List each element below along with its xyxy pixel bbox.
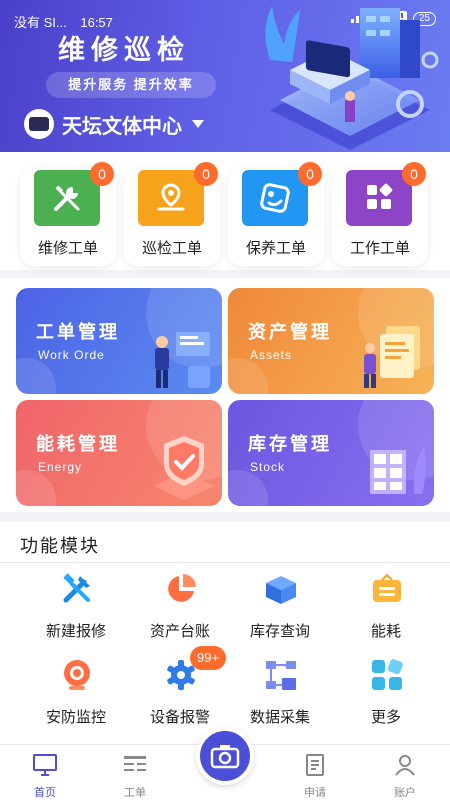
more-grid-icon — [372, 659, 403, 690]
site-name: 天坛文体中心 — [62, 115, 182, 138]
section-title: 功能模块 — [20, 536, 100, 556]
work-order-maintenance[interactable]: 0 保养工单 — [228, 162, 324, 266]
module-label: 能耗 — [370, 623, 401, 640]
module-new-repair[interactable]: 新建报修 — [26, 572, 126, 652]
nav-label: 首页 — [34, 787, 56, 799]
app-title: 维修巡检 — [58, 35, 190, 65]
work-order-label: 工作工单 — [349, 240, 410, 257]
work-orders-card: 0 维修工单 0 巡检工单 0 保养工单 0 工作工单 — [0, 152, 450, 270]
panel-title: 资产管理 — [248, 322, 332, 342]
site-logo-icon — [24, 109, 54, 139]
work-order-label: 保养工单 — [245, 240, 306, 257]
panel-title: 能耗管理 — [36, 434, 120, 454]
chevron-down-icon — [192, 120, 204, 128]
monitor-icon — [33, 754, 57, 776]
alarm-count-badge: 99+ — [190, 646, 227, 670]
module-stock-query[interactable]: 库存查询 — [230, 572, 330, 652]
panel-subtitle: Stock — [250, 460, 286, 474]
person-presenting-icon — [155, 332, 210, 388]
module-label: 数据采集 — [249, 709, 310, 726]
module-label: 资产台账 — [149, 623, 210, 640]
camera-icon — [210, 745, 240, 769]
webcam-icon — [64, 660, 90, 690]
nav-label: 账户 — [394, 787, 416, 799]
work-order-label: 维修工单 — [37, 240, 98, 257]
pie-chart-icon — [168, 574, 196, 602]
module-label: 安防监控 — [45, 709, 106, 726]
count-badge: 0 — [90, 162, 114, 186]
module-security-monitor[interactable]: 安防监控 — [26, 658, 126, 738]
bottom-navigation: 首页 工单 申请 账户 — [0, 727, 450, 800]
module-energy[interactable]: 能耗 — [336, 572, 436, 652]
count-badge: 0 — [298, 162, 322, 186]
panel-title: 库存管理 — [248, 434, 332, 454]
shield-check-icon — [154, 436, 214, 500]
nav-orders[interactable]: 工单 — [100, 753, 170, 800]
module-label: 更多 — [370, 709, 401, 726]
document-icon — [306, 754, 324, 776]
nav-apply[interactable]: 申请 — [280, 753, 350, 800]
module-device-alarm[interactable]: 99+ 设备报警 — [130, 646, 230, 738]
header-banner: 没有 SI... 16:57 25 维修巡检 提升服务 提升效率 天坛文体中心 — [0, 0, 450, 152]
flowchart-icon — [266, 661, 296, 690]
shelves-icon — [370, 446, 426, 494]
camera-button[interactable] — [196, 727, 254, 785]
sign-board-icon — [373, 573, 401, 602]
divider — [0, 562, 450, 563]
module-more[interactable]: 更多 — [336, 658, 436, 738]
slogan-badge: 提升服务 提升效率 — [46, 72, 216, 98]
documents-stack-icon — [364, 326, 420, 388]
module-asset-ledger[interactable]: 资产台账 — [130, 572, 230, 652]
work-order-inspection[interactable]: 0 巡检工单 — [124, 162, 220, 266]
box-icon — [266, 576, 296, 604]
panel-subtitle: Work Orde — [38, 348, 105, 362]
module-data-collection[interactable]: 数据采集 — [230, 658, 330, 738]
panel-stock-management[interactable]: 库存管理 Stock — [228, 400, 434, 506]
count-badge: 0 — [402, 162, 426, 186]
nav-label: 申请 — [304, 787, 326, 799]
module-label: 设备报警 — [149, 709, 210, 726]
module-label: 库存查询 — [249, 623, 310, 640]
tools-icon — [63, 573, 90, 603]
nav-account[interactable]: 账户 — [370, 753, 440, 800]
work-order-task[interactable]: 0 工作工单 — [332, 162, 428, 266]
orders-icon — [124, 756, 146, 771]
panel-work-order-management[interactable]: 工单管理 Work Orde — [16, 288, 222, 394]
site-selector[interactable]: 天坛文体中心 — [24, 108, 204, 140]
maintenance-illustration — [265, 6, 439, 150]
work-order-repair[interactable]: 0 维修工单 — [20, 162, 116, 266]
count-badge: 0 — [194, 162, 218, 186]
panel-title: 工单管理 — [36, 322, 120, 342]
panel-subtitle: Assets — [250, 348, 293, 362]
work-order-label: 巡检工单 — [141, 240, 202, 257]
nav-home[interactable]: 首页 — [10, 753, 80, 800]
user-icon — [395, 755, 415, 776]
panel-asset-management[interactable]: 资产管理 Assets — [228, 288, 434, 394]
management-section: 工单管理 Work Orde 资产管理 Assets 能耗管理 Energy 库… — [0, 278, 450, 512]
module-label: 新建报修 — [45, 623, 106, 640]
nav-label: 工单 — [124, 787, 146, 799]
panel-subtitle: Energy — [38, 460, 83, 474]
panel-energy-management[interactable]: 能耗管理 Energy — [16, 400, 222, 506]
function-modules-section: 功能模块 新建报修 资产台账 库存查询 能耗 安防监控 99+ 设备报警 数据采… — [0, 522, 450, 744]
